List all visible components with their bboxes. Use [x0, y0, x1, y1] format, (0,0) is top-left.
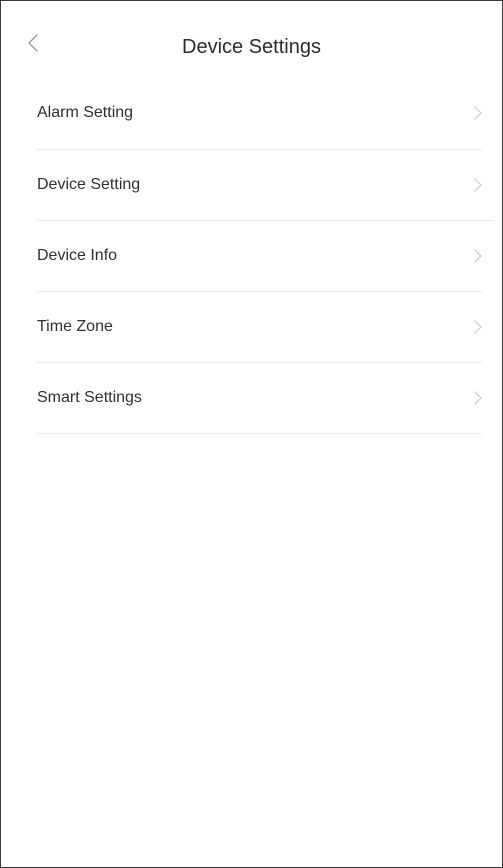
- settings-item-label: Alarm Setting: [37, 104, 134, 121]
- chevron-right-icon: [474, 178, 482, 192]
- settings-item-device-info[interactable]: Device Info: [37, 221, 482, 292]
- chevron-right-icon: [474, 391, 482, 405]
- chevron-right-icon: [474, 106, 482, 120]
- settings-list: Alarm Setting Device Setting Device Info…: [1, 77, 502, 434]
- chevron-right-icon: [474, 320, 482, 334]
- settings-item-device-setting[interactable]: Device Setting: [37, 150, 494, 221]
- settings-item-label: Time Zone: [37, 318, 113, 335]
- app-window: Device Settings Alarm Setting Device Set…: [0, 0, 503, 868]
- settings-item-time-zone[interactable]: Time Zone: [37, 292, 482, 363]
- settings-item-label: Smart Settings: [37, 389, 142, 406]
- chevron-right-icon: [474, 249, 482, 263]
- settings-item-alarm-setting[interactable]: Alarm Setting: [37, 77, 482, 150]
- page-title: Device Settings: [182, 36, 321, 58]
- settings-item-label: Device Setting: [37, 176, 141, 193]
- settings-item-smart-settings[interactable]: Smart Settings: [37, 363, 482, 434]
- settings-item-label: Device Info: [37, 247, 118, 264]
- header: Device Settings: [1, 1, 502, 77]
